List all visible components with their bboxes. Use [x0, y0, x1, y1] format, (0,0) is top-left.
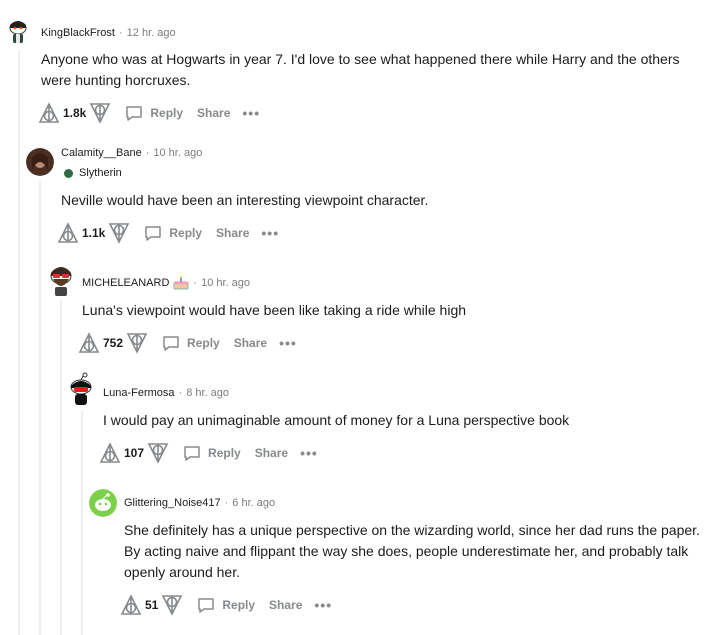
- downvote-button[interactable]: [107, 221, 131, 245]
- deathly-hallows-downvote-icon: [126, 333, 148, 354]
- user-flair: Slytherin: [64, 166, 122, 180]
- comment-meta: Calamity__Bane · 10 hr. ago: [61, 145, 202, 161]
- separator-dot: ·: [145, 147, 150, 159]
- vote-score: 752: [103, 336, 124, 350]
- deathly-hallows-upvote-icon: [78, 332, 100, 353]
- separator-dot: ·: [118, 27, 123, 39]
- upvote-button[interactable]: [37, 101, 61, 125]
- flair-text: Slytherin: [79, 167, 122, 179]
- share-button[interactable]: Share: [197, 106, 230, 120]
- share-button[interactable]: Share: [216, 226, 249, 240]
- user-photo-avatar-icon: [26, 148, 54, 176]
- timestamp[interactable]: 6 hr. ago: [232, 497, 275, 509]
- separator-dot: ·: [193, 277, 198, 289]
- comment-body: Luna's viewpoint would have been like ta…: [82, 302, 467, 318]
- reply-label: Reply: [208, 446, 241, 460]
- more-options-button[interactable]: •••: [279, 336, 297, 350]
- speech-bubble-icon: [126, 106, 143, 121]
- thread-line-level-0[interactable]: [18, 50, 20, 635]
- separator-dot: ·: [178, 387, 183, 399]
- username[interactable]: Luna-Fermosa: [103, 387, 175, 399]
- snoo-avatar-icon: [4, 16, 32, 44]
- comment-actions: 752 Reply Share •••: [77, 331, 297, 355]
- comment-actions: 1.1k Reply Share •••: [56, 221, 279, 245]
- more-options-button[interactable]: •••: [242, 106, 260, 120]
- speech-bubble-icon: [184, 446, 200, 461]
- avatar[interactable]: [89, 489, 117, 517]
- snoo-avatar-icon: [70, 372, 92, 405]
- deathly-hallows-upvote-icon: [57, 222, 79, 243]
- comment-actions: 51 Reply Share •••: [119, 593, 332, 617]
- reply-label: Reply: [222, 598, 256, 612]
- more-options-button[interactable]: •••: [314, 598, 332, 612]
- timestamp[interactable]: 10 hr. ago: [201, 277, 250, 289]
- username[interactable]: KingBlackFrost: [41, 27, 115, 39]
- comment-body: Neville would have been an interesting v…: [61, 192, 429, 208]
- share-button[interactable]: Share: [269, 598, 302, 612]
- comment-meta: Luna-Fermosa · 8 hr. ago: [103, 385, 229, 401]
- separator-dot: ·: [224, 497, 229, 509]
- reply-label: Reply: [187, 336, 220, 350]
- username[interactable]: Calamity__Bane: [61, 147, 142, 159]
- vote-score: 1.8k: [63, 106, 87, 120]
- downvote-button[interactable]: [160, 593, 184, 617]
- upvote-button[interactable]: [56, 221, 80, 245]
- deathly-hallows-upvote-icon: [99, 442, 121, 463]
- reply-label: Reply: [169, 226, 203, 240]
- reply-button[interactable]: Reply: [124, 103, 183, 123]
- comment-meta: KingBlackFrost · 12 hr. ago: [41, 25, 176, 41]
- comment-meta: MICHELEANARD · 10 hr. ago: [82, 275, 250, 291]
- thread-line-level-3[interactable]: [81, 410, 83, 635]
- username[interactable]: MICHELEANARD: [82, 277, 169, 289]
- reply-label: Reply: [150, 106, 184, 120]
- deathly-hallows-downvote-icon: [109, 223, 130, 244]
- comment-body: Anyone who was at Hogwarts in year 7. I'…: [41, 51, 680, 88]
- bearded-snoo-avatar-icon: [50, 267, 72, 296]
- downvote-button[interactable]: [125, 331, 149, 355]
- comment-actions: 1.8k Reply Share •••: [37, 101, 260, 125]
- share-button[interactable]: Share: [234, 336, 267, 350]
- deathly-hallows-downvote-icon: [147, 443, 169, 464]
- timestamp[interactable]: 12 hr. ago: [127, 27, 176, 39]
- deathly-hallows-downvote-icon: [162, 595, 183, 616]
- timestamp[interactable]: 8 hr. ago: [186, 387, 229, 399]
- avatar[interactable]: [67, 372, 95, 406]
- avatar[interactable]: [46, 263, 76, 297]
- more-options-button[interactable]: •••: [300, 446, 318, 460]
- more-options-button[interactable]: •••: [261, 226, 279, 240]
- reply-button[interactable]: Reply: [143, 223, 202, 243]
- downvote-button[interactable]: [88, 101, 112, 125]
- deathly-hallows-upvote-icon: [120, 594, 142, 615]
- avatar[interactable]: [4, 16, 32, 44]
- reply-button[interactable]: Reply: [161, 333, 220, 353]
- username[interactable]: Glittering_Noise417: [124, 497, 221, 509]
- share-button[interactable]: Share: [255, 446, 288, 460]
- comment-meta: Glittering_Noise417 · 6 hr. ago: [124, 495, 275, 511]
- cake-day-icon: [174, 276, 189, 290]
- timestamp[interactable]: 10 hr. ago: [153, 147, 202, 159]
- comment-body: I would pay an unimaginable amount of mo…: [103, 412, 570, 428]
- upvote-button[interactable]: [98, 441, 122, 465]
- vote-score: 51: [145, 598, 159, 612]
- comment-actions: 107 Reply Share •••: [98, 441, 318, 465]
- reply-button[interactable]: Reply: [182, 443, 241, 463]
- upvote-button[interactable]: [77, 331, 101, 355]
- upvote-button[interactable]: [119, 593, 143, 617]
- speech-bubble-icon: [163, 336, 179, 351]
- vote-score: 1.1k: [82, 226, 106, 240]
- speech-bubble-icon: [145, 226, 162, 241]
- speech-bubble-icon: [198, 598, 215, 613]
- reply-button[interactable]: Reply: [196, 595, 255, 615]
- default-snoo-avatar-icon: [89, 489, 117, 517]
- comment-body: She definitely has a unique perspective …: [124, 522, 700, 580]
- deathly-hallows-upvote-icon: [38, 102, 60, 123]
- slytherin-crest-icon: [64, 168, 73, 178]
- downvote-button[interactable]: [146, 441, 170, 465]
- deathly-hallows-downvote-icon: [90, 103, 111, 124]
- vote-score: 107: [124, 446, 145, 460]
- thread-line-level-1[interactable]: [39, 180, 41, 635]
- avatar[interactable]: [26, 148, 54, 176]
- thread-line-level-2[interactable]: [60, 300, 62, 635]
